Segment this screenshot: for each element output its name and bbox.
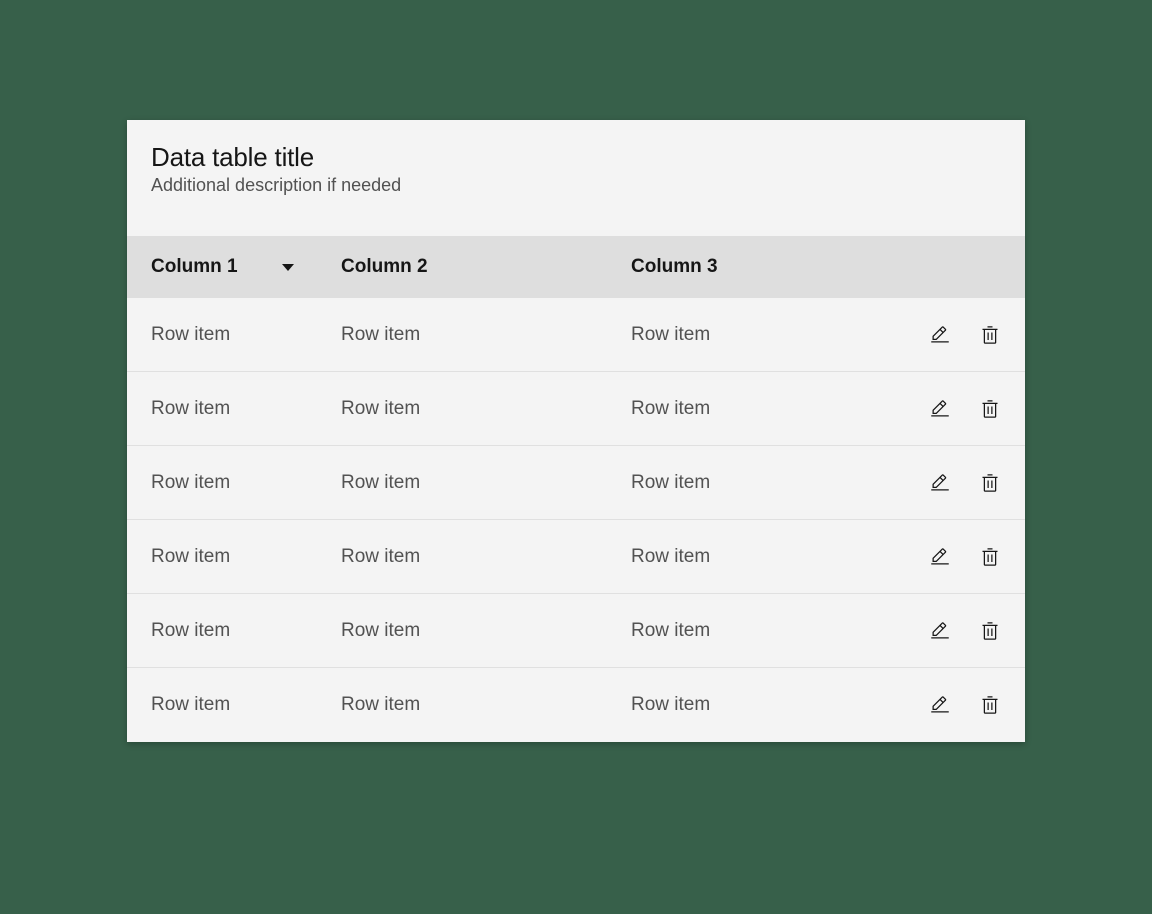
edit-icon (930, 621, 950, 641)
column-header-1[interactable]: Column 1 (151, 256, 341, 278)
row-actions (929, 324, 1001, 346)
trash-icon (980, 547, 1000, 567)
cell-col1: Row item (151, 694, 341, 716)
cell-col2: Row item (341, 546, 631, 568)
edit-button[interactable] (929, 620, 951, 642)
cell-col3: Row item (631, 472, 929, 494)
edit-button[interactable] (929, 472, 951, 494)
cell-col1: Row item (151, 620, 341, 642)
row-actions (929, 694, 1001, 716)
table-title: Data table title (151, 142, 1001, 173)
column-header-3[interactable]: Column 3 (631, 256, 1001, 278)
cell-col2: Row item (341, 324, 631, 346)
edit-button[interactable] (929, 324, 951, 346)
sort-caret-down-icon (282, 264, 294, 271)
data-table-card: Data table title Additional description … (127, 120, 1025, 742)
delete-button[interactable] (979, 620, 1001, 642)
cell-col1: Row item (151, 398, 341, 420)
cell-col2: Row item (341, 620, 631, 642)
table-subtitle: Additional description if needed (151, 175, 1001, 196)
cell-col1: Row item (151, 472, 341, 494)
table-row: Row item Row item Row item (127, 594, 1025, 668)
cell-col3: Row item (631, 546, 929, 568)
edit-icon (930, 547, 950, 567)
column-header-1-label: Column 1 (151, 256, 238, 278)
trash-icon (980, 695, 1000, 715)
trash-icon (980, 473, 1000, 493)
table-body: Row item Row item Row item Row item Row … (127, 298, 1025, 742)
edit-icon (930, 399, 950, 419)
cell-col2: Row item (341, 694, 631, 716)
cell-col2: Row item (341, 398, 631, 420)
delete-button[interactable] (979, 472, 1001, 494)
delete-button[interactable] (979, 546, 1001, 568)
row-actions (929, 398, 1001, 420)
edit-button[interactable] (929, 398, 951, 420)
row-actions (929, 620, 1001, 642)
table-head-row: Column 1 Column 2 Column 3 (127, 236, 1025, 298)
cell-col2: Row item (341, 472, 631, 494)
delete-button[interactable] (979, 324, 1001, 346)
delete-button[interactable] (979, 694, 1001, 716)
table-row: Row item Row item Row item (127, 446, 1025, 520)
delete-button[interactable] (979, 398, 1001, 420)
table-header: Data table title Additional description … (127, 120, 1025, 236)
edit-button[interactable] (929, 546, 951, 568)
column-header-3-label: Column 3 (631, 256, 718, 278)
table-row: Row item Row item Row item (127, 372, 1025, 446)
trash-icon (980, 621, 1000, 641)
cell-col3: Row item (631, 398, 929, 420)
edit-icon (930, 325, 950, 345)
column-header-2-label: Column 2 (341, 256, 428, 278)
table-row: Row item Row item Row item (127, 298, 1025, 372)
cell-col3: Row item (631, 324, 929, 346)
cell-col3: Row item (631, 694, 929, 716)
trash-icon (980, 399, 1000, 419)
edit-button[interactable] (929, 694, 951, 716)
row-actions (929, 546, 1001, 568)
cell-col1: Row item (151, 324, 341, 346)
cell-col1: Row item (151, 546, 341, 568)
table-row: Row item Row item Row item (127, 520, 1025, 594)
trash-icon (980, 325, 1000, 345)
edit-icon (930, 695, 950, 715)
row-actions (929, 472, 1001, 494)
edit-icon (930, 473, 950, 493)
cell-col3: Row item (631, 620, 929, 642)
table-row: Row item Row item Row item (127, 668, 1025, 742)
column-header-2[interactable]: Column 2 (341, 256, 631, 278)
